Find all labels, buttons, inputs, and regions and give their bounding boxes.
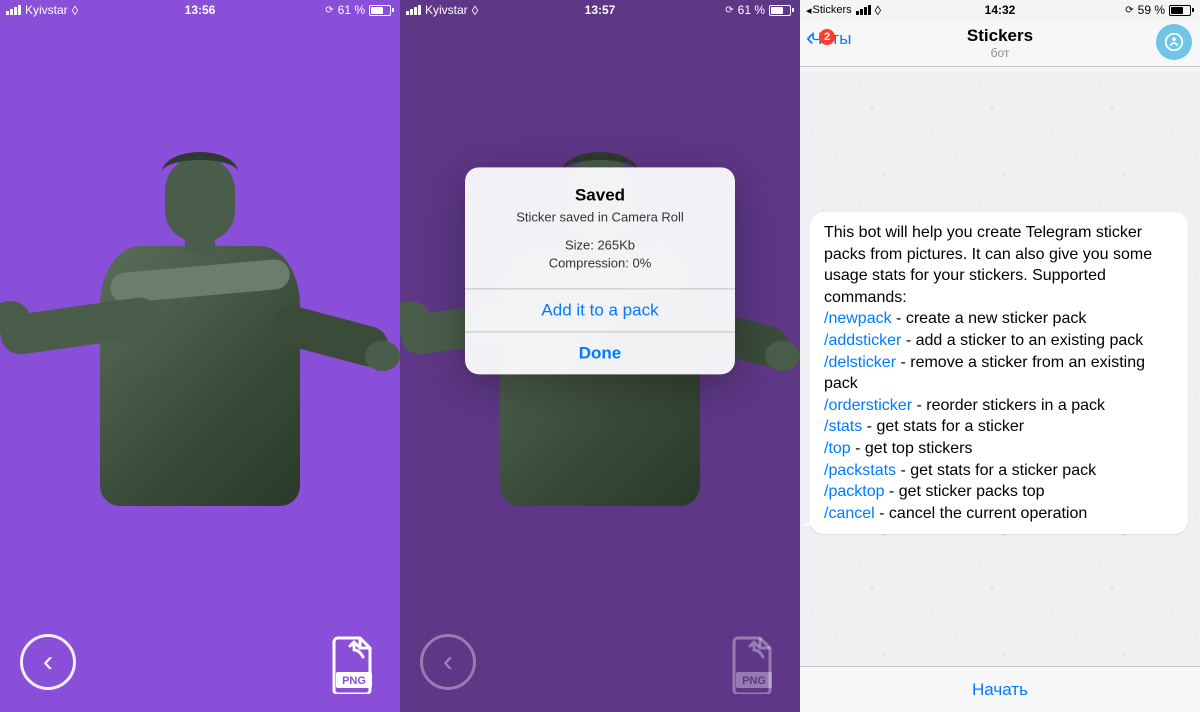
command-desc: - get sticker packs top [884, 483, 1044, 500]
chevron-left-icon: ‹ [443, 647, 453, 677]
bot-command[interactable]: /delsticker [824, 354, 896, 371]
bot-command[interactable]: /addsticker [824, 332, 901, 349]
sticker-preview-screen: Kyivstar ◊ 13:56 ⟳ 61 % ‹ PNG [0, 0, 400, 712]
unread-badge: 2 [819, 29, 835, 45]
svg-text:PNG: PNG [342, 675, 366, 687]
wifi-icon: ◊ [472, 3, 478, 18]
command-desc: - add a sticker to an existing pack [901, 332, 1143, 349]
chevron-left-icon: ‹ [806, 26, 814, 50]
bot-message: This bot will help you create Telegram s… [810, 212, 1188, 534]
chevron-left-icon: ‹ [43, 647, 53, 677]
bot-command[interactable]: /top [824, 440, 851, 457]
battery-icon [369, 5, 394, 16]
telegram-stickers-bot-screen: ◂ Stickers ◊ 14:32 ⟳ 59 % ‹ Чаты 2 Stick… [800, 0, 1200, 712]
clock: 13:57 [585, 3, 616, 17]
command-list: /newpack - create a new sticker pack/add… [824, 308, 1174, 524]
start-button[interactable]: Начать [800, 666, 1200, 712]
bot-command[interactable]: /packstats [824, 462, 896, 479]
orientation-lock-icon: ⟳ [1125, 5, 1133, 16]
signal-icon [406, 5, 421, 15]
bot-command[interactable]: /cancel [824, 505, 875, 522]
done-button[interactable]: Done [465, 331, 735, 374]
signal-icon [856, 5, 871, 15]
signal-icon [6, 5, 21, 15]
back-button[interactable]: ‹ [20, 634, 76, 690]
status-bar: ◂ Stickers ◊ 14:32 ⟳ 59 % [800, 0, 1200, 20]
bot-avatar[interactable] [1156, 24, 1192, 60]
chat-header: ‹ Чаты 2 Stickers бот [800, 20, 1200, 67]
back-to-chats-button[interactable]: ‹ Чаты 2 [806, 27, 851, 51]
message-intro: This bot will help you create Telegram s… [824, 224, 1152, 306]
png-file-icon: PNG [328, 634, 380, 694]
clock: 14:32 [985, 3, 1016, 17]
bot-avatar-icon [1163, 31, 1185, 53]
command-desc: - cancel the current operation [875, 505, 1088, 522]
alert-size: Size: 265Kb [481, 236, 719, 254]
carrier-label: Kyivstar [25, 3, 68, 17]
command-desc: - get stats for a sticker [862, 418, 1024, 435]
command-desc: - reorder stickers in a pack [912, 397, 1105, 414]
back-button[interactable]: ‹ [420, 634, 476, 690]
wifi-icon: ◊ [875, 3, 881, 18]
bot-command[interactable]: /packtop [824, 483, 884, 500]
carrier-label: Kyivstar [425, 3, 468, 17]
status-bar: Kyivstar ◊ 13:56 ⟳ 61 % [0, 0, 400, 20]
orientation-lock-icon: ⟳ [725, 5, 733, 16]
export-png-button[interactable]: PNG [728, 634, 780, 694]
battery-icon [769, 5, 794, 16]
export-png-button[interactable]: PNG [328, 634, 380, 694]
command-desc: - get stats for a sticker pack [896, 462, 1096, 479]
command-desc: - get top stickers [851, 440, 973, 457]
chat-subtitle: бот [808, 46, 1192, 60]
battery-pct: 59 % [1138, 3, 1165, 17]
wifi-icon: ◊ [72, 3, 78, 18]
orientation-lock-icon: ⟳ [325, 5, 333, 16]
sticker-saved-screen: Kyivstar ◊ 13:57 ⟳ 61 % ‹ PNG Saved [400, 0, 800, 712]
app-breadcrumb[interactable]: ◂ Stickers [806, 4, 852, 17]
saved-alert: Saved Sticker saved in Camera Roll Size:… [465, 167, 735, 374]
alert-title: Saved [481, 185, 719, 205]
chat-title: Stickers [808, 26, 1192, 46]
bot-command[interactable]: /stats [824, 418, 862, 435]
add-to-pack-button[interactable]: Add it to a pack [465, 288, 735, 331]
alert-compression: Compression: 0% [481, 254, 719, 272]
bot-command[interactable]: /ordersticker [824, 397, 912, 414]
battery-icon [1169, 5, 1194, 16]
alert-subtitle: Sticker saved in Camera Roll [481, 209, 719, 224]
png-file-icon: PNG [728, 634, 780, 694]
battery-pct: 61 % [338, 3, 365, 17]
clock: 13:56 [185, 3, 216, 17]
command-desc: - create a new sticker pack [892, 310, 1087, 327]
battery-pct: 61 % [738, 3, 765, 17]
chat-body[interactable]: This bot will help you create Telegram s… [800, 72, 1200, 666]
status-bar: Kyivstar ◊ 13:57 ⟳ 61 % [400, 0, 800, 20]
statue-image [20, 146, 380, 526]
sticker-canvas[interactable] [0, 20, 400, 712]
svg-text:PNG: PNG [742, 675, 766, 687]
bot-command[interactable]: /newpack [824, 310, 892, 327]
